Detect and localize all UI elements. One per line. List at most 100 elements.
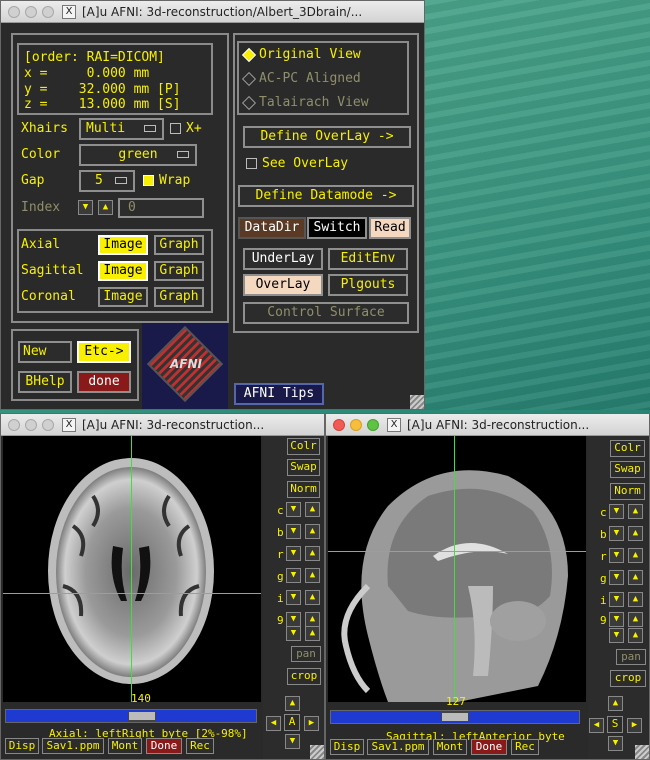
underlay-button[interactable]: UnderLay [243,248,323,270]
pan-button[interactable]: pan [291,646,321,662]
etc-button[interactable]: Etc-> [77,341,131,363]
close-icon[interactable] [8,5,20,18]
i-down-icon[interactable]: ▼ [609,592,624,607]
g-down-icon[interactable]: ▼ [609,570,624,585]
pan-button[interactable]: pan [616,649,646,665]
9-up-icon[interactable]: ▲ [628,612,643,627]
r-up-icon[interactable]: ▲ [305,546,320,561]
afni-logo[interactable]: AFNI [142,323,228,409]
axial-titlebar[interactable]: X [A]u AFNI: 3d-reconstruction... [1,414,324,436]
disp-button[interactable]: Disp [5,738,39,754]
sagittal-titlebar[interactable]: X [A]u AFNI: 3d-reconstruction... [326,414,649,436]
xplus-checkbox[interactable] [170,123,181,134]
xhairs-menu[interactable]: Multi [79,118,164,140]
main-titlebar[interactable]: X [A]u AFNI: 3d-reconstruction/Albert_3D… [1,1,424,23]
zoom-icon[interactable] [42,5,54,18]
sagittal-image-button[interactable]: Image [98,261,148,281]
slider-left-icon[interactable]: ◀ [266,716,281,731]
minimize-icon[interactable] [25,418,37,431]
g-up-icon[interactable]: ▲ [628,570,643,585]
slice-slider[interactable] [330,710,580,724]
orientation-letter[interactable]: S [607,716,623,733]
resize-grip-icon[interactable] [635,745,649,759]
r-down-icon[interactable]: ▼ [286,546,301,561]
axial-image-view[interactable] [3,436,261,702]
gap-menu[interactable]: 5 [79,170,135,192]
close-icon[interactable] [333,418,345,431]
slider-right-icon[interactable]: ▶ [627,718,642,733]
resize-grip-icon[interactable] [410,395,424,409]
c-down-icon[interactable]: ▼ [609,504,624,519]
overlay-button[interactable]: OverLay [243,274,323,296]
swap-button[interactable]: Swap [610,461,645,478]
9-up-icon[interactable]: ▲ [305,612,320,627]
rec-button[interactable]: Rec [186,738,214,754]
define-overlay-button[interactable]: Define OverLay -> [243,126,411,148]
switch-button[interactable]: Switch [307,217,367,239]
zoom-down-icon[interactable]: ▼ [286,626,301,641]
bhelp-button[interactable]: BHelp [18,371,72,393]
c-down-icon[interactable]: ▼ [286,502,301,517]
slider-thumb[interactable] [441,712,469,722]
plugouts-button[interactable]: Plgouts [328,274,408,296]
b-down-icon[interactable]: ▼ [609,526,624,541]
colr-button[interactable]: Colr [610,440,645,457]
disp-button[interactable]: Disp [330,739,364,755]
b-up-icon[interactable]: ▲ [305,524,320,539]
sagittal-graph-button[interactable]: Graph [154,261,204,281]
slider-thumb[interactable] [128,711,156,721]
new-button[interactable]: New [18,341,72,363]
g-up-icon[interactable]: ▲ [305,568,320,583]
coronal-image-button[interactable]: Image [98,287,148,307]
slider-up-icon[interactable]: ▲ [608,696,623,711]
c-up-icon[interactable]: ▲ [305,502,320,517]
slider-down-icon[interactable]: ▼ [608,736,623,751]
datadir-button[interactable]: DataDir [238,217,306,239]
index-up-icon[interactable]: ▲ [98,200,113,215]
minimize-icon[interactable] [350,418,362,431]
mont-button[interactable]: Mont [108,738,142,754]
see-overlay-checkbox[interactable] [246,158,257,169]
zoom-up-icon[interactable]: ▲ [305,626,320,641]
done-button[interactable]: Done [146,738,182,754]
i-down-icon[interactable]: ▼ [286,590,301,605]
axial-image-button[interactable]: Image [98,235,148,255]
c-up-icon[interactable]: ▲ [628,504,643,519]
editenv-button[interactable]: EditEnv [328,248,408,270]
slider-up-icon[interactable]: ▲ [285,696,300,711]
resize-grip-icon[interactable] [310,745,324,759]
b-down-icon[interactable]: ▼ [286,524,301,539]
b-up-icon[interactable]: ▲ [628,526,643,541]
colr-button[interactable]: Colr [287,438,320,455]
g-down-icon[interactable]: ▼ [286,568,301,583]
read-button[interactable]: Read [369,217,411,239]
zoom-icon[interactable] [42,418,54,431]
9-down-icon[interactable]: ▼ [286,612,301,627]
i-up-icon[interactable]: ▲ [628,592,643,607]
slider-down-icon[interactable]: ▼ [285,734,300,749]
r-up-icon[interactable]: ▲ [628,548,643,563]
i-up-icon[interactable]: ▲ [305,590,320,605]
sagittal-image-view[interactable] [328,436,586,702]
crop-button[interactable]: crop [610,670,646,687]
orientation-letter[interactable]: A [284,714,300,731]
norm-button[interactable]: Norm [610,483,645,500]
color-menu[interactable]: green [79,144,197,166]
r-down-icon[interactable]: ▼ [609,548,624,563]
slider-left-icon[interactable]: ◀ [589,718,604,733]
zoom-icon[interactable] [367,418,379,431]
save-button[interactable]: Sav1.ppm [42,738,104,754]
wrap-checkbox[interactable] [143,175,154,186]
minimize-icon[interactable] [25,5,37,18]
index-field[interactable]: 0 [118,198,204,218]
done-button[interactable]: Done [471,739,507,755]
zoom-up-icon[interactable]: ▲ [628,628,643,643]
slider-right-icon[interactable]: ▶ [304,716,319,731]
define-datamode-button[interactable]: Define Datamode -> [238,185,414,207]
control-surface-button[interactable]: Control Surface [243,302,409,324]
slice-slider[interactable] [5,709,257,723]
9-down-icon[interactable]: ▼ [609,612,624,627]
swap-button[interactable]: Swap [287,459,320,476]
crop-button[interactable]: crop [287,668,321,685]
done-button[interactable]: done [77,371,131,393]
